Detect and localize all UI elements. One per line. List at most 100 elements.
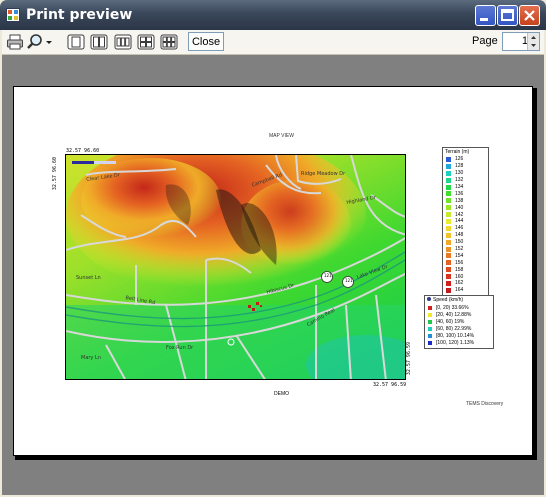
street-label: Sunset Ln — [76, 275, 101, 281]
terrain-swatch — [446, 267, 451, 273]
speed-legend-title-text: Speed (km/h) — [433, 297, 464, 303]
terrain-legend-label: 162 — [455, 280, 464, 287]
terrain-swatch — [446, 177, 451, 183]
terrain-legend-item: 132 — [443, 177, 488, 184]
terrain-legend-item: 128 — [443, 163, 488, 170]
three-pages-icon[interactable] — [114, 33, 132, 51]
page-number-stepper[interactable]: 1 — [502, 32, 540, 51]
terrain-legend-label: 146 — [455, 225, 464, 232]
maximize-button[interactable] — [497, 5, 518, 26]
speed-swatch — [428, 319, 432, 324]
page-number-value: 1 — [521, 35, 528, 47]
spin-buttons[interactable] — [527, 33, 539, 50]
printer-icon[interactable] — [6, 33, 24, 51]
terrain-legend-label: 152 — [455, 246, 464, 253]
four-pages-icon[interactable] — [137, 33, 155, 51]
terrain-legend-item: 158 — [443, 266, 488, 273]
terrain-legend-label: 164 — [455, 287, 464, 294]
speed-legend-label: [60, 80) 22.99% — [436, 325, 472, 332]
terrain-swatch — [446, 246, 451, 252]
preview-page: MAP VIEW 32.57 96.60 32.57 96.59 32.57 9… — [13, 86, 533, 456]
terrain-legend-label: 148 — [455, 232, 464, 239]
preview-toolbar: Close Page 1 — [2, 30, 544, 55]
route-marker-label: 121 — [324, 273, 332, 278]
terrain-legend-label: 158 — [455, 266, 464, 273]
close-icon — [524, 10, 535, 21]
street-label: Fox Run Dr — [166, 345, 194, 351]
terrain-legend-label: 136 — [455, 190, 464, 197]
minimize-icon — [480, 18, 488, 21]
six-pages-icon[interactable] — [160, 33, 178, 51]
print-preview-window: Print preview Close Page 1 MAP VIEW 32.5… — [0, 0, 546, 497]
street-label: Mary Ln — [81, 355, 101, 361]
terrain-legend-label: 154 — [455, 252, 464, 259]
speed-legend-label: [100, 120) 1.13% — [436, 339, 475, 346]
terrain-legend-item: 164 — [443, 287, 488, 294]
terrain-legend-item: 156 — [443, 259, 488, 266]
terrain-legend-title: Terrain (m) — [445, 149, 470, 155]
terrain-swatch — [446, 212, 451, 218]
minimize-button[interactable] — [475, 5, 496, 26]
terrain-swatch — [446, 198, 451, 204]
terrain-legend-label: 130 — [455, 170, 464, 177]
speed-legend-item: [20, 40) 12.88% — [425, 311, 493, 318]
brand-label: TEMS Discovery — [466, 401, 504, 407]
map-title: MAP VIEW — [269, 133, 294, 139]
close-window-button[interactable] — [519, 5, 540, 26]
speed-swatch — [428, 312, 432, 317]
speed-legend: Speed (km/h) [0, 20) 33.66% [20, 40) 12.8… — [424, 295, 494, 349]
terrain-legend-item: 148 — [443, 232, 488, 239]
terrain-legend-label: 160 — [455, 273, 464, 280]
speed-legend-label: [0, 20) 33.66% — [436, 304, 469, 311]
terrain-legend-item: 150 — [443, 239, 488, 246]
map-caption: DEMO — [274, 391, 289, 397]
street-label: Ridge Meadow Dr — [301, 171, 346, 177]
terrain-swatch — [446, 225, 451, 231]
close-button[interactable]: Close — [188, 32, 224, 51]
dropdown-arrow-icon[interactable] — [44, 33, 54, 51]
preview-area[interactable]: MAP VIEW 32.57 96.60 32.57 96.59 32.57 9… — [2, 55, 544, 495]
speed-legend-label: [80, 100) 10.14% — [436, 332, 475, 339]
terrain-legend-label: 150 — [455, 239, 464, 246]
terrain-legend-item: 154 — [443, 252, 488, 259]
terrain-legend-item: 140 — [443, 204, 488, 211]
zoom-icon[interactable] — [26, 33, 44, 51]
coord-right-side: 32.57 96.59 — [406, 342, 412, 376]
terrain-legend-label: 138 — [455, 197, 464, 204]
terrain-legend-item: 160 — [443, 273, 488, 280]
terrain-legend-label: 156 — [455, 259, 464, 266]
terrain-swatch — [446, 191, 451, 197]
terrain-swatch — [446, 274, 451, 280]
terrain-legend-item: 142 — [443, 211, 488, 218]
terrain-map-graphic — [66, 155, 405, 379]
terrain-map: Clear Lake Dr Ridge Meadow Dr Campbell Rd H… — [65, 154, 406, 380]
terrain-legend-label: 126 — [455, 156, 464, 163]
terrain-swatch — [446, 280, 451, 286]
terrain-swatch — [446, 253, 451, 259]
terrain-swatch — [446, 156, 451, 162]
speed-legend-label: [20, 40) 12.88% — [436, 311, 472, 318]
speed-marker-icon — [427, 297, 431, 301]
terrain-swatch — [446, 170, 451, 176]
terrain-legend-label: 132 — [455, 177, 464, 184]
speed-swatch — [428, 333, 432, 338]
terrain-legend-label: 140 — [455, 204, 464, 211]
terrain-legend-label: 142 — [455, 211, 464, 218]
route-marker-label: 121 — [345, 278, 353, 283]
title-bar[interactable]: Print preview — [0, 0, 546, 30]
two-pages-icon[interactable] — [90, 33, 108, 51]
terrain-legend-item: 162 — [443, 280, 488, 287]
speed-legend-item: [60, 80) 22.99% — [425, 325, 493, 332]
terrain-legend-label: 128 — [455, 163, 464, 170]
speed-legend-item: [80, 100) 10.14% — [425, 332, 493, 339]
page-label: Page — [472, 35, 498, 47]
terrain-swatch — [446, 218, 451, 224]
speed-legend-items: [0, 20) 33.66% [20, 40) 12.88% [40, 60) 19… — [425, 304, 493, 346]
coord-left-side: 32.57 96.60 — [52, 157, 58, 191]
one-page-icon[interactable] — [67, 33, 85, 51]
terrain-swatch — [446, 239, 451, 245]
maximize-icon — [501, 9, 514, 21]
app-icon — [6, 8, 20, 22]
speed-legend-label: [40, 60) 19% — [436, 318, 465, 325]
terrain-swatch — [446, 163, 451, 169]
